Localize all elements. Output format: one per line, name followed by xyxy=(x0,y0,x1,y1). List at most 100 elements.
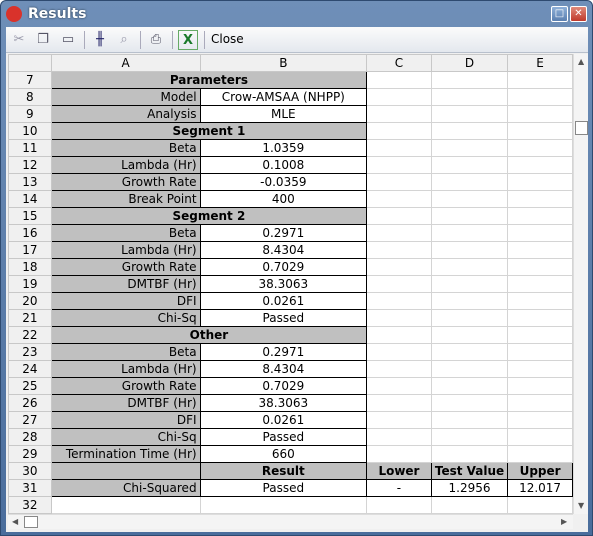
row-header[interactable]: 22 xyxy=(8,326,52,344)
cell-d[interactable] xyxy=(430,343,509,361)
label-cell[interactable]: DFI xyxy=(50,292,201,310)
cell-c[interactable] xyxy=(366,241,432,259)
column-header-a[interactable]: A xyxy=(50,54,201,72)
column-header-d[interactable]: D xyxy=(430,54,509,72)
cell-c[interactable] xyxy=(366,224,432,242)
label-cell[interactable]: Beta xyxy=(50,224,201,242)
row-header[interactable]: 11 xyxy=(8,139,52,157)
cell-d[interactable] xyxy=(430,139,509,157)
label-cell[interactable]: Growth Rate xyxy=(50,377,201,395)
cell-e[interactable] xyxy=(507,428,573,446)
value-cell[interactable]: Passed xyxy=(199,309,368,327)
horizontal-scrollbar[interactable]: ◀ ▶ xyxy=(8,514,573,529)
cell-d[interactable] xyxy=(430,122,509,140)
label-cell[interactable]: Analysis xyxy=(50,105,201,123)
row-header[interactable]: 32 xyxy=(8,496,52,514)
cell-d[interactable] xyxy=(430,394,509,412)
cell-e[interactable] xyxy=(507,173,573,191)
cell-e[interactable] xyxy=(507,156,573,174)
value-cell[interactable]: 660 xyxy=(199,445,368,463)
empty-cell[interactable] xyxy=(366,496,432,514)
result-value-c[interactable]: - xyxy=(366,479,432,497)
cell-e[interactable] xyxy=(507,343,573,361)
cell-c[interactable] xyxy=(366,173,432,191)
value-cell[interactable]: 400 xyxy=(199,190,368,208)
cell-e[interactable] xyxy=(507,122,573,140)
cell-e[interactable] xyxy=(507,71,573,89)
value-cell[interactable]: 0.7029 xyxy=(199,258,368,276)
cell-d[interactable] xyxy=(430,105,509,123)
row-header[interactable]: 14 xyxy=(8,190,52,208)
cell-d[interactable] xyxy=(430,377,509,395)
cell-e[interactable] xyxy=(507,190,573,208)
paste-icon[interactable]: ▭ xyxy=(58,30,78,50)
cell-c[interactable] xyxy=(366,411,432,429)
cell-d[interactable] xyxy=(430,241,509,259)
value-cell[interactable]: 38.3063 xyxy=(199,394,368,412)
row-header[interactable]: 23 xyxy=(8,343,52,361)
row-header[interactable]: 9 xyxy=(8,105,52,123)
value-cell[interactable]: 0.7029 xyxy=(199,377,368,395)
value-cell[interactable]: Passed xyxy=(199,428,368,446)
cell-c[interactable] xyxy=(366,275,432,293)
maximize-button[interactable]: □ xyxy=(551,6,568,22)
column-header-c[interactable]: C xyxy=(366,54,432,72)
cell-e[interactable] xyxy=(507,309,573,327)
close-button[interactable]: Close xyxy=(211,32,244,46)
cell-d[interactable] xyxy=(430,411,509,429)
label-cell[interactable]: Beta xyxy=(50,343,201,361)
cell-d[interactable] xyxy=(430,156,509,174)
row-header[interactable]: 10 xyxy=(8,122,52,140)
cell-e[interactable] xyxy=(507,139,573,157)
cell-c[interactable] xyxy=(366,394,432,412)
value-cell[interactable]: 8.4304 xyxy=(199,360,368,378)
cell-d[interactable] xyxy=(430,309,509,327)
row-header[interactable]: 8 xyxy=(8,88,52,106)
result-value-e[interactable]: 12.017 xyxy=(507,479,573,497)
vertical-scroll-thumb[interactable] xyxy=(575,121,588,135)
cell-d[interactable] xyxy=(430,258,509,276)
row-header[interactable]: 28 xyxy=(8,428,52,446)
value-cell[interactable]: 0.0261 xyxy=(199,411,368,429)
value-cell[interactable]: 0.1008 xyxy=(199,156,368,174)
label-cell[interactable]: DMTBF (Hr) xyxy=(50,394,201,412)
cell-e[interactable] xyxy=(507,326,573,344)
cell-e[interactable] xyxy=(507,275,573,293)
row-header[interactable]: 25 xyxy=(8,377,52,395)
row-header[interactable]: 15 xyxy=(8,207,52,225)
cell-c[interactable] xyxy=(366,190,432,208)
cell-d[interactable] xyxy=(430,207,509,225)
row-header[interactable]: 30 xyxy=(8,462,52,480)
cell-e[interactable] xyxy=(507,258,573,276)
value-cell[interactable]: 8.4304 xyxy=(199,241,368,259)
label-cell[interactable]: Chi-Squared xyxy=(50,479,201,497)
column-header-b[interactable]: B xyxy=(199,54,368,72)
row-header[interactable]: 18 xyxy=(8,258,52,276)
section-header-cell[interactable]: Other xyxy=(50,326,368,344)
spreadsheet-grid[interactable]: A B C D E 7 Parameters 8 Model Crow-AMSAA (N… xyxy=(8,54,573,514)
copy-icon[interactable]: ❐ xyxy=(33,30,53,50)
result-header-e[interactable]: Upper xyxy=(507,462,573,480)
result-value-b[interactable]: Passed xyxy=(199,479,368,497)
label-cell[interactable]: Chi-Sq xyxy=(50,428,201,446)
cell-c[interactable] xyxy=(366,309,432,327)
row-header[interactable]: 16 xyxy=(8,224,52,242)
cell-c[interactable] xyxy=(366,207,432,225)
row-header[interactable]: 27 xyxy=(8,411,52,429)
cell-c[interactable] xyxy=(366,105,432,123)
print-icon[interactable]: ⎙ xyxy=(146,30,166,50)
cell-e[interactable] xyxy=(507,241,573,259)
cell-d[interactable] xyxy=(430,88,509,106)
result-header-b[interactable]: Result xyxy=(199,462,368,480)
cell-c[interactable] xyxy=(366,88,432,106)
row-header[interactable]: 26 xyxy=(8,394,52,412)
cell-e[interactable] xyxy=(507,292,573,310)
empty-cell[interactable] xyxy=(50,496,201,514)
excel-icon[interactable]: X xyxy=(178,30,198,50)
value-cell[interactable]: 0.2971 xyxy=(199,224,368,242)
corner-cell[interactable] xyxy=(8,54,52,72)
row-header[interactable]: 24 xyxy=(8,360,52,378)
row-header[interactable]: 12 xyxy=(8,156,52,174)
row-header[interactable]: 17 xyxy=(8,241,52,259)
label-cell[interactable]: DFI xyxy=(50,411,201,429)
